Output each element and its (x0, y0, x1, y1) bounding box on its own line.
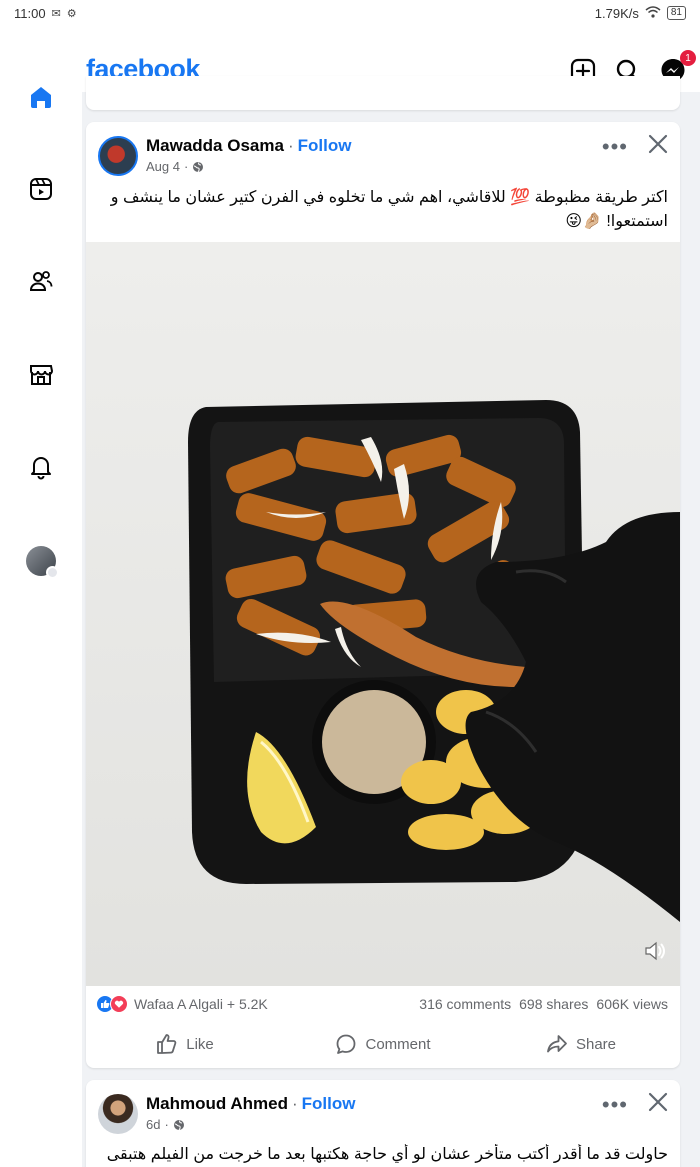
settings-status-icon: ⚙ (66, 7, 77, 20)
next-post-card: Mahmoud Ahmed · Follow 6d · ••• حاولت قد م… (86, 1080, 680, 1167)
author-name[interactable]: Mahmoud Ahmed (146, 1094, 288, 1113)
separator-dot: · (291, 1094, 298, 1113)
author-avatar[interactable] (98, 1094, 138, 1134)
profile-avatar (26, 546, 59, 579)
post-stats: Wafaa A Algali + 5.2K 316 comments 698 s… (86, 988, 680, 1018)
author-name[interactable]: Mawadda Osama (146, 136, 284, 155)
notifications-icon (31, 457, 51, 480)
like-button[interactable]: Like (86, 1024, 284, 1064)
post-video[interactable] (86, 242, 680, 986)
like-label: Like (186, 1035, 214, 1053)
comment-label: Comment (365, 1035, 431, 1053)
engagement-counts: 316 comments 698 shares 606K views (419, 996, 668, 1012)
previous-post-card (86, 76, 680, 110)
separator-dot: · (164, 1117, 169, 1132)
post-actions: Like Comment Share (86, 1024, 680, 1064)
follow-button[interactable]: Follow (298, 136, 352, 155)
post-date[interactable]: 6d (146, 1117, 160, 1132)
sound-toggle-button[interactable] (642, 938, 668, 964)
post-meta: Aug 4 · (146, 159, 204, 174)
close-icon (648, 134, 668, 154)
volume-icon (645, 941, 665, 961)
comment-button[interactable]: Comment (284, 1024, 482, 1064)
gmail-icon: ✉ (51, 7, 61, 20)
nav-marketplace[interactable] (24, 358, 58, 392)
home-icon (31, 87, 51, 108)
more-options-button[interactable]: ••• (602, 134, 628, 160)
post-caption: اكتر طريقة مظبوطة 💯 للاقاشي، اهم شي ما ت… (110, 189, 668, 230)
globe-icon (173, 1119, 184, 1130)
reaction-names: Wafaa A Algali + 5.2K (134, 996, 268, 1012)
comments-count[interactable]: 316 comments (419, 996, 511, 1012)
nav-video[interactable] (24, 172, 58, 206)
hide-post-button[interactable] (646, 1090, 670, 1114)
battery-indicator: 81 (666, 6, 686, 20)
reactions-summary[interactable]: Wafaa A Algali + 5.2K (96, 995, 268, 1013)
share-icon (547, 1035, 567, 1053)
post-card: Mawadda Osama · Follow Aug 4 · ••• اكتر طر… (86, 122, 680, 1068)
post-meta: 6d · (146, 1117, 185, 1132)
menu-badge-icon (46, 566, 59, 579)
post-header: Mawadda Osama · Follow Aug 4 · ••• (86, 122, 680, 184)
nav-notifications[interactable] (24, 450, 58, 484)
marketplace-icon (30, 365, 54, 385)
hide-post-button[interactable] (646, 132, 670, 156)
views-count: 606K views (596, 996, 668, 1012)
post-caption: حاولت قد ما أقدر أكتب متأخر عشان لو أي ح… (106, 1146, 668, 1163)
nav-home[interactable] (24, 80, 58, 114)
post-date[interactable]: Aug 4 (146, 159, 180, 174)
status-time: 11:00 (14, 5, 46, 21)
author-line: Mahmoud Ahmed · Follow (146, 1094, 355, 1114)
separator-dot: · (183, 159, 189, 174)
wifi-icon (645, 5, 661, 21)
globe-icon (193, 161, 204, 172)
network-speed: 1.79K/s (594, 5, 639, 21)
shares-count[interactable]: 698 shares (519, 996, 588, 1012)
status-bar: 11:00 ✉ ⚙ 1.79K/s 81 (0, 0, 700, 26)
left-navigation-rail (0, 87, 82, 1167)
nav-profile[interactable] (24, 544, 59, 579)
video-icon (30, 178, 52, 200)
follow-button[interactable]: Follow (302, 1094, 356, 1113)
more-options-button[interactable]: ••• (602, 1092, 628, 1118)
author-avatar[interactable] (98, 136, 138, 176)
close-icon (648, 1092, 668, 1112)
love-reaction-icon (110, 995, 128, 1013)
food-image (86, 242, 680, 986)
messenger-badge: 1 (680, 50, 696, 66)
separator-dot: · (287, 136, 294, 155)
share-button[interactable]: Share (482, 1024, 680, 1064)
comment-icon (337, 1034, 356, 1054)
author-line: Mawadda Osama · Follow (146, 136, 351, 156)
friends-icon (29, 271, 53, 291)
nav-friends[interactable] (24, 264, 58, 298)
share-label: Share (575, 1035, 617, 1053)
thumbs-up-icon (157, 1034, 177, 1054)
